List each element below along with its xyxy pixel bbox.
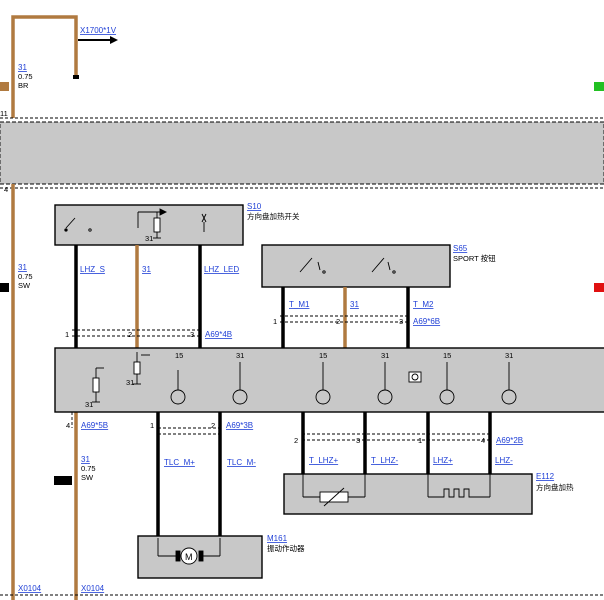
- ground-mid-color: SW: [18, 281, 31, 290]
- module-pullup-31: 31: [126, 378, 134, 387]
- a69-2b-pin-2: 2: [294, 436, 298, 445]
- wire-label-t-m2[interactable]: T_M2: [413, 300, 434, 309]
- ground-mid-num[interactable]: 31: [18, 263, 27, 272]
- green-edge-marker: [594, 82, 604, 91]
- s65-description: SPORT 按钮: [453, 253, 496, 263]
- x1700-connector-link[interactable]: X1700*1V: [80, 26, 117, 35]
- a69-4b-link[interactable]: A69*4B: [205, 330, 232, 339]
- s65-link[interactable]: S65: [453, 244, 468, 253]
- s65-sport-box[interactable]: [261, 244, 451, 288]
- e112-link[interactable]: E112: [536, 472, 555, 481]
- wire-label-s10-31[interactable]: 31: [142, 265, 151, 274]
- brown-color-swatch: [0, 82, 9, 91]
- supply-15-b: 15: [319, 351, 327, 360]
- module-ground-31: 31: [85, 400, 93, 409]
- wire-label-t-lhz-plus[interactable]: T_LHZ+: [309, 456, 338, 465]
- supply-15-c: 15: [443, 351, 451, 360]
- a69-2b-link[interactable]: A69*2B: [496, 436, 523, 445]
- s10-link[interactable]: S10: [247, 202, 262, 211]
- a69-3b-link[interactable]: A69*3B: [226, 421, 253, 430]
- supply-31-b: 31: [381, 351, 389, 360]
- a69-2b-pin-1: 1: [418, 436, 422, 445]
- a69-3b-pin-2: 2: [211, 421, 215, 430]
- wire-label-t-m1[interactable]: T_M1: [289, 300, 310, 309]
- a69-5b-pin-4: 4: [66, 421, 70, 430]
- wire-label-lhz-plus[interactable]: LHZ+: [433, 456, 453, 465]
- ground-low-gauge: 0.75: [81, 464, 96, 473]
- black-color-swatch: [0, 283, 9, 292]
- a69-4b-pin-1: 1: [65, 330, 69, 339]
- ground-top-gauge: 0.75: [18, 72, 33, 81]
- pin-11: 11: [0, 109, 8, 118]
- ground-top-num[interactable]: 31: [18, 63, 27, 72]
- a69-5b-link[interactable]: A69*5B: [81, 421, 108, 430]
- m161-link[interactable]: M161: [267, 534, 288, 543]
- s10-ground-label: 31: [145, 234, 153, 243]
- e112-description: 方向盘加热: [536, 482, 574, 492]
- x0104-link-right[interactable]: X0104: [81, 584, 105, 593]
- m161-description: 振动作动器: [267, 543, 305, 553]
- supply-31-a: 31: [236, 351, 244, 360]
- a69-3b-pin-1: 1: [150, 421, 154, 430]
- wire-label-t-lhz-minus[interactable]: T_LHZ-: [371, 456, 398, 465]
- black-color-swatch-low: [54, 476, 72, 485]
- a69-4b-pin-2: 2: [128, 330, 132, 339]
- ground-mid-gauge: 0.75: [18, 272, 33, 281]
- wire-label-lhz-led[interactable]: LHZ_LED: [204, 265, 239, 274]
- motor-m-label: M: [185, 552, 193, 562]
- wire-label-lhz-minus[interactable]: LHZ-: [495, 456, 513, 465]
- a69-6b-pin-1: 1: [273, 317, 277, 326]
- a69-6b-pin-2: 2: [336, 317, 340, 326]
- red-edge-marker: [594, 283, 604, 292]
- wire-label-tlc-m-minus[interactable]: TLC_M-: [227, 458, 256, 467]
- a69-2b-pin-3: 3: [356, 436, 360, 445]
- ground-top-color: BR: [18, 81, 29, 90]
- wiring-diagram: X1700*1V 31 0.75 BR 11 4 31 0.75 SW 31 0…: [0, 15, 604, 600]
- wire-label-s65-31[interactable]: 31: [350, 300, 359, 309]
- wire-end-cap: [73, 75, 79, 79]
- a69-6b-link[interactable]: A69*6B: [413, 317, 440, 326]
- s10-description: 方向盘加热开关: [247, 211, 300, 221]
- ground-low-color: SW: [81, 473, 94, 482]
- a69-2b-pin-4: 4: [481, 436, 485, 445]
- arrow-right-icon: [110, 36, 118, 44]
- pin-4: 4: [4, 185, 8, 194]
- supply-15-a: 15: [175, 351, 183, 360]
- wire-label-lhz-s[interactable]: LHZ_S: [80, 265, 105, 274]
- a69-6b-pin-3: 3: [399, 317, 403, 326]
- ground-low-num[interactable]: 31: [81, 455, 90, 464]
- x0104-link-left[interactable]: X0104: [18, 584, 42, 593]
- a69-4b-pin-3: 3: [190, 330, 194, 339]
- supply-31-c: 31: [505, 351, 513, 360]
- wire-label-tlc-m-plus[interactable]: TLC_M+: [164, 458, 195, 467]
- ground-distribution-band: [0, 121, 604, 185]
